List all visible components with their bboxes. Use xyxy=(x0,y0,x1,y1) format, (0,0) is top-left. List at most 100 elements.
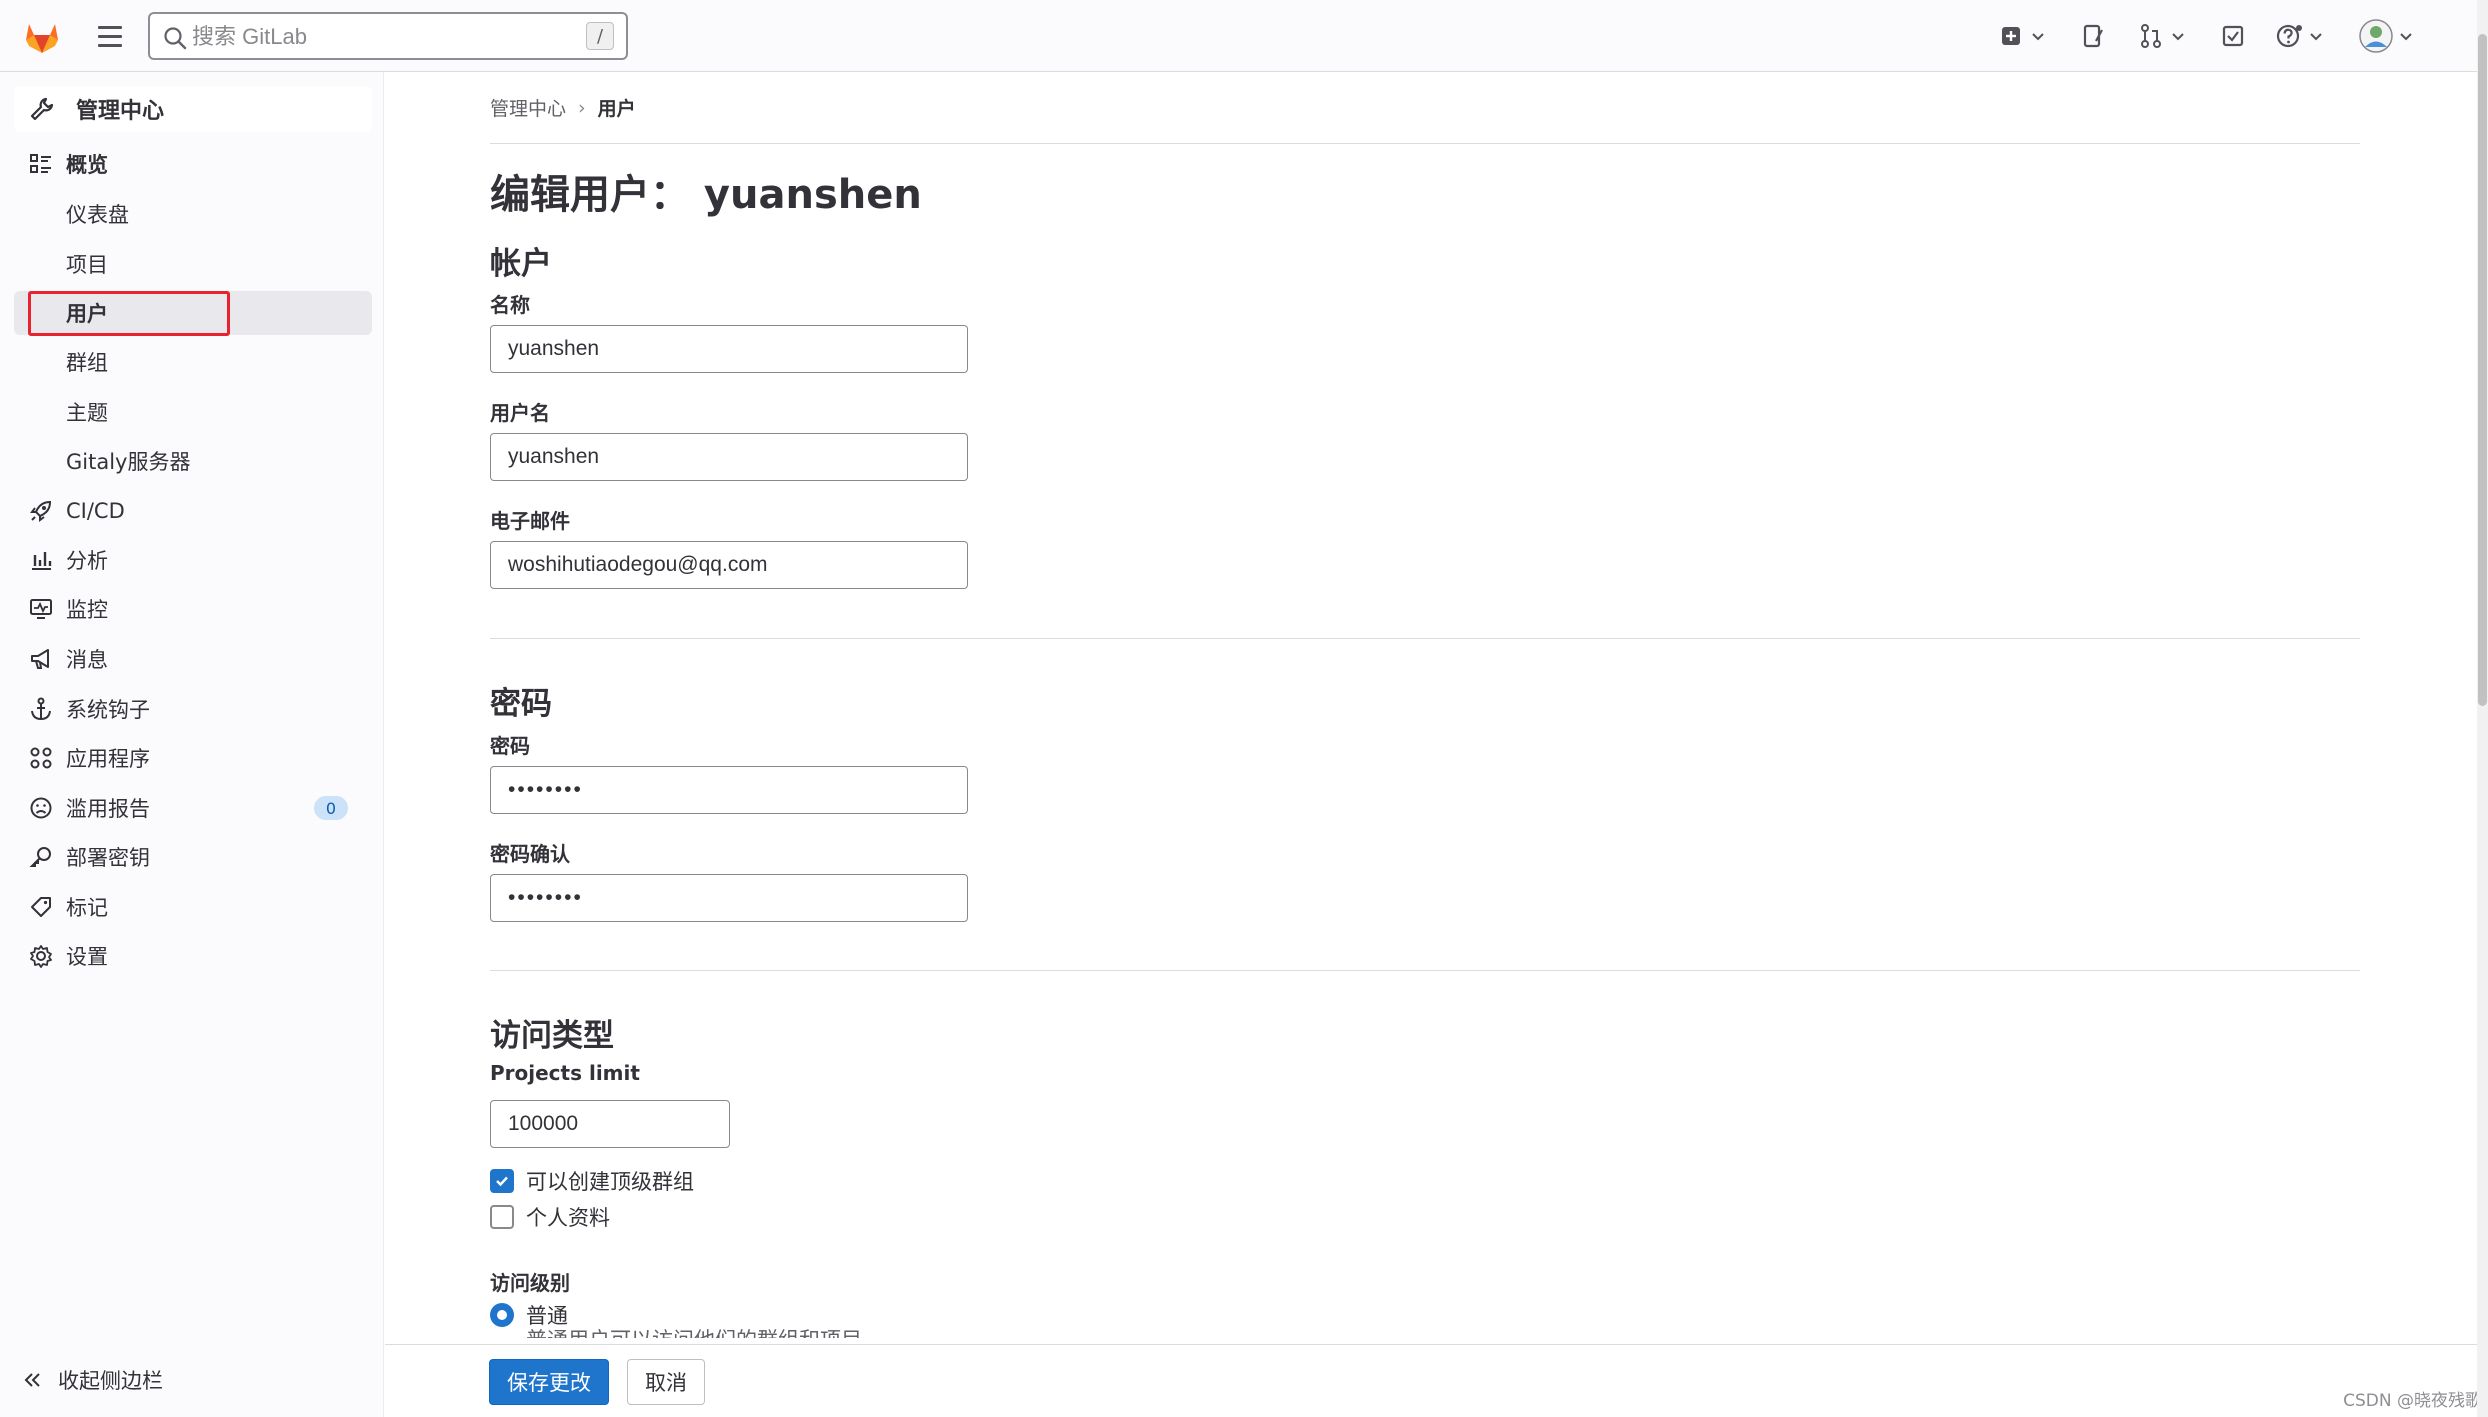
projects-limit-label: Projects limit xyxy=(490,1061,640,1085)
double-chevron-left-icon xyxy=(24,1373,40,1387)
monitor-icon xyxy=(30,599,52,619)
megaphone-icon xyxy=(31,649,49,669)
sidebar-item-overview[interactable]: 概览 xyxy=(14,142,372,186)
collapse-sidebar-label: 收起侧边栏 xyxy=(58,1369,163,1393)
username-field[interactable] xyxy=(490,433,968,481)
sidebar-item-applications[interactable]: 应用程序 xyxy=(14,736,372,780)
sidebar-item-label: 分析 xyxy=(66,549,108,573)
applications-icon xyxy=(30,747,52,769)
password-field[interactable] xyxy=(490,766,968,814)
divider xyxy=(490,143,2360,144)
menu-icon[interactable] xyxy=(92,18,128,54)
sidebar-item-label: Gitaly服务器 xyxy=(66,450,191,474)
gear-icon xyxy=(30,945,52,968)
sidebar-item-label: 主题 xyxy=(66,401,108,425)
sidebar-item-messages[interactable]: 消息 xyxy=(14,637,372,681)
overview-icon xyxy=(30,154,51,173)
name-field[interactable] xyxy=(490,325,968,373)
password-confirm-field[interactable] xyxy=(490,874,968,922)
can-create-group-label: 可以创建顶级群组 xyxy=(526,1170,694,1194)
sidebar-item-label: CI/CD xyxy=(66,499,125,523)
key-icon xyxy=(29,847,51,867)
sidebar-item-label: 应用程序 xyxy=(66,747,150,771)
section-account-heading: 帐户 xyxy=(490,246,552,282)
scrollbar-thumb[interactable] xyxy=(2478,34,2487,706)
create-new-icon xyxy=(2002,27,2020,45)
sidebar-item-cicd[interactable]: CI/CD xyxy=(14,489,372,533)
checkbox-checked-icon[interactable] xyxy=(490,1169,514,1193)
sidebar-item-label: 设置 xyxy=(66,945,108,969)
sidebar-item-deploy-keys[interactable]: 部署密钥 xyxy=(14,835,372,879)
access-level-label: 访问级别 xyxy=(490,1271,570,1295)
breadcrumb-current[interactable]: 用户 xyxy=(598,94,636,121)
sidebar-item-label: 仪表盘 xyxy=(66,203,129,227)
sidebar-header-label: 管理中心 xyxy=(76,99,165,124)
projects-limit-field[interactable] xyxy=(490,1100,730,1148)
sidebar-header-admin[interactable]: 管理中心 xyxy=(14,86,372,132)
sidebar-item-label: 项目 xyxy=(66,253,108,277)
tag-icon xyxy=(31,897,51,917)
password-label: 密码 xyxy=(490,734,530,758)
sidebar-item-label: 群组 xyxy=(66,351,108,375)
search-input[interactable] xyxy=(192,22,552,52)
sidebar-item-labels[interactable]: 标记 xyxy=(14,885,372,929)
user-menu[interactable] xyxy=(2358,18,2414,54)
form-actions-bar: 保存更改 取消 xyxy=(385,1344,2477,1417)
todos-icon xyxy=(2222,25,2244,47)
sidebar-item-groups[interactable]: 群组 xyxy=(14,340,372,384)
sidebar-item-label: 标记 xyxy=(66,896,108,920)
watermark: CSDN @晓夜残歌 xyxy=(2343,1391,2482,1411)
sidebar-item-settings[interactable]: 设置 xyxy=(14,934,372,978)
create-new-menu[interactable] xyxy=(1996,18,2046,54)
merge-requests-menu[interactable] xyxy=(2136,18,2186,54)
can-create-group-checkbox[interactable]: 可以创建顶级群组 xyxy=(490,1166,694,1196)
search-box[interactable]: / xyxy=(148,12,628,60)
checkbox-unchecked-icon[interactable] xyxy=(490,1205,514,1229)
radio-selected-icon[interactable] xyxy=(490,1303,514,1327)
private-profile-checkbox[interactable]: 个人资料 xyxy=(490,1202,610,1232)
top-bar: / xyxy=(0,0,2488,72)
email-field[interactable] xyxy=(490,541,968,589)
chart-icon xyxy=(32,552,52,570)
help-menu[interactable] xyxy=(2274,18,2324,54)
sidebar-item-projects[interactable]: 项目 xyxy=(14,242,372,286)
anchor-icon xyxy=(31,697,51,721)
sidebar-item-label: 消息 xyxy=(66,648,108,672)
sidebar-item-label: 系统钩子 xyxy=(66,698,150,722)
cancel-button[interactable]: 取消 xyxy=(627,1359,705,1405)
page-scrollbar[interactable] xyxy=(2477,0,2488,1417)
todos-button[interactable] xyxy=(2218,18,2248,54)
email-label: 电子邮件 xyxy=(490,509,570,533)
sad-face-icon xyxy=(30,797,52,819)
issues-button[interactable] xyxy=(2078,18,2108,54)
chevron-down-icon xyxy=(2032,33,2044,41)
gitlab-logo-icon[interactable] xyxy=(22,16,62,56)
collapse-sidebar-button[interactable]: 收起侧边栏 xyxy=(22,1362,163,1398)
sidebar-item-gitaly[interactable]: Gitaly服务器 xyxy=(14,439,372,483)
save-button[interactable]: 保存更改 xyxy=(489,1359,609,1405)
sidebar-item-analytics[interactable]: 分析 xyxy=(14,538,372,582)
divider xyxy=(490,638,2360,639)
abuse-count-badge: 0 xyxy=(314,796,348,820)
sidebar-item-abuse-reports[interactable]: 滥用报告 0 xyxy=(14,786,372,830)
name-label: 名称 xyxy=(490,293,530,317)
breadcrumb-root[interactable]: 管理中心 xyxy=(490,94,566,121)
breadcrumb: 管理中心 › 用户 xyxy=(490,94,636,121)
divider xyxy=(490,970,2360,971)
sidebar-item-system-hooks[interactable]: 系统钩子 xyxy=(14,687,372,731)
merge-requests-icon xyxy=(2141,24,2161,48)
search-shortcut-hint: / xyxy=(586,22,614,50)
help-icon xyxy=(2276,24,2302,48)
sidebar-item-monitoring[interactable]: 监控 xyxy=(14,587,372,631)
sidebar-item-label: 部署密钥 xyxy=(66,846,150,870)
sidebar-item-dashboard[interactable]: 仪表盘 xyxy=(14,192,372,236)
section-access-heading: 访问类型 xyxy=(490,1018,614,1054)
access-level-regular-description: 普通用户可以访问他们的群组和项目 xyxy=(526,1324,862,1338)
issues-icon xyxy=(2083,24,2103,48)
breadcrumb-separator: › xyxy=(578,96,586,119)
wrench-icon xyxy=(30,97,54,121)
sidebar-item-topics[interactable]: 主题 xyxy=(14,390,372,434)
chevron-down-icon xyxy=(2310,33,2322,41)
highlight-annotation xyxy=(28,291,230,336)
rocket-icon xyxy=(30,500,52,522)
